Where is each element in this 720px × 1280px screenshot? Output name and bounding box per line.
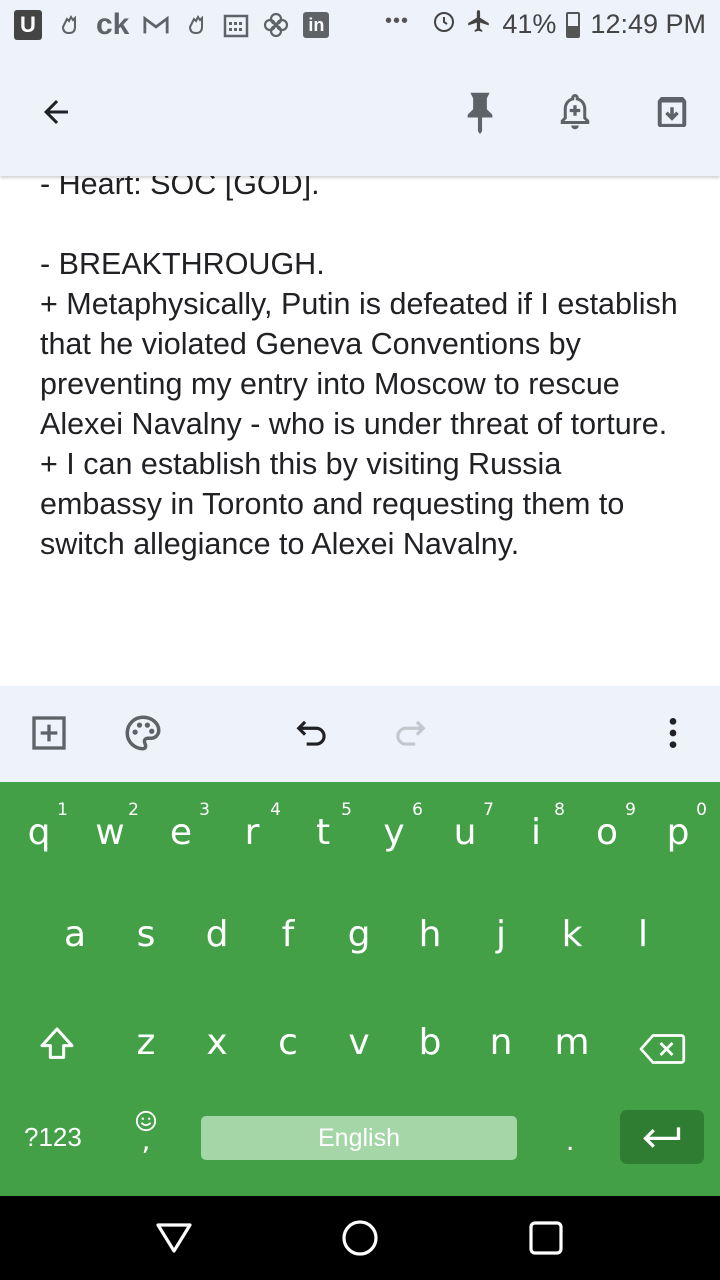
pin-icon	[467, 92, 493, 134]
shift-icon	[40, 1027, 74, 1059]
key-b[interactable]: b	[395, 992, 465, 1092]
airplane-icon	[466, 8, 492, 41]
calendar-icon	[223, 12, 249, 38]
palette-icon	[125, 715, 161, 751]
key-g[interactable]: g	[324, 886, 394, 986]
space-bar[interactable]: English	[201, 1116, 517, 1160]
undo-button[interactable]	[288, 708, 338, 758]
notification-hand-icon	[56, 12, 82, 38]
notification-ck-text: ck	[96, 8, 130, 41]
add-box-icon	[32, 716, 66, 750]
symbols-key[interactable]: ?123	[24, 1122, 82, 1153]
linkedin-icon: in	[303, 12, 330, 38]
nav-recents-button[interactable]	[524, 1216, 568, 1260]
more-options-button[interactable]	[648, 708, 698, 758]
notification-hand-icon-2	[183, 12, 209, 38]
key-t[interactable]: 5t	[288, 782, 358, 882]
note-line: - BREAKTHROUGH.	[40, 247, 325, 281]
note-blank-line	[40, 204, 690, 244]
key-q[interactable]: 1q	[4, 782, 74, 882]
redo-icon	[396, 720, 426, 746]
shift-key[interactable]	[22, 992, 92, 1092]
home-circle-icon	[342, 1220, 378, 1256]
editor-toolbar	[0, 686, 720, 782]
enter-icon	[643, 1127, 681, 1148]
gmail-icon	[143, 12, 169, 38]
reminder-bell-icon	[560, 93, 590, 130]
key-v[interactable]: v	[324, 992, 394, 1092]
key-e[interactable]: 3e	[146, 782, 216, 882]
undo-icon	[296, 720, 326, 746]
key-o[interactable]: 9o	[572, 782, 642, 882]
note-body[interactable]: - Heart: SOC [GOD]. - BREAKTHROUGH. + Me…	[40, 164, 690, 564]
back-triangle-icon	[156, 1223, 192, 1253]
key-u[interactable]: 7u	[430, 782, 500, 882]
key-s[interactable]: s	[111, 886, 181, 986]
archive-button[interactable]	[648, 88, 696, 136]
key-k[interactable]: k	[537, 886, 607, 986]
note-line: + Metaphysically, Putin is defeated if I…	[40, 287, 678, 441]
enter-key[interactable]	[620, 1110, 704, 1164]
key-f[interactable]: f	[253, 886, 323, 986]
arrow-back-icon	[44, 100, 68, 124]
add-box-button[interactable]	[24, 708, 74, 758]
nav-back-button[interactable]	[152, 1216, 196, 1260]
pin-button[interactable]	[456, 88, 504, 136]
note-line: + I can establish this by visiting Russi…	[40, 447, 625, 561]
more-vert-icon	[669, 718, 677, 748]
backspace-key[interactable]	[624, 992, 700, 1092]
key-w[interactable]: 2w	[75, 782, 145, 882]
system-nav-bar	[0, 1196, 720, 1280]
back-button[interactable]	[32, 88, 80, 136]
key-a[interactable]: a	[40, 886, 110, 986]
key-n[interactable]: n	[466, 992, 536, 1092]
note-app-bar	[0, 50, 720, 176]
app-u-icon: U	[14, 10, 42, 40]
key-l[interactable]: l	[608, 886, 678, 986]
palette-button[interactable]	[118, 708, 168, 758]
backspace-icon	[639, 1034, 686, 1064]
key-h[interactable]: h	[395, 886, 465, 986]
status-overflow: •••	[385, 10, 410, 32]
archive-icon	[657, 96, 687, 128]
comma-emoji-key[interactable]: ,	[124, 1106, 168, 1166]
period-key[interactable]: .	[566, 1124, 574, 1158]
key-d[interactable]: d	[182, 886, 252, 986]
recents-square-icon	[529, 1221, 563, 1255]
key-x[interactable]: x	[182, 992, 252, 1092]
key-c[interactable]: c	[253, 992, 323, 1092]
status-bar: U ck in ••• 41% 12:49 PM	[0, 0, 720, 50]
key-z[interactable]: z	[111, 992, 181, 1092]
key-p[interactable]: 0p	[643, 782, 713, 882]
battery-percent: 41%	[502, 9, 557, 39]
key-i[interactable]: 8i	[501, 782, 571, 882]
nav-home-button[interactable]	[338, 1216, 382, 1260]
soft-keyboard: 1q 2w 3e 4r 5t 6y 7u 8i 9o 0p a s d f g …	[0, 782, 720, 1196]
key-r[interactable]: 4r	[217, 782, 287, 882]
key-y[interactable]: 6y	[359, 782, 429, 882]
battery-icon	[566, 11, 581, 38]
key-j[interactable]: j	[466, 886, 536, 986]
reminder-button[interactable]	[551, 88, 599, 136]
redo-button[interactable]	[384, 708, 434, 758]
clock-time: 12:49 PM	[590, 9, 706, 39]
key-m[interactable]: m	[537, 992, 607, 1092]
alarm-icon	[432, 9, 456, 40]
pinwheel-icon	[263, 12, 289, 38]
